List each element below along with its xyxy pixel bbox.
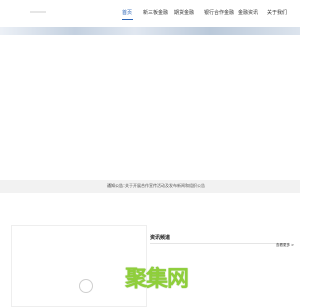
slider-dot-icon[interactable] [79,279,93,293]
notice-link[interactable]: 关于开展合作宣传活动及发布新闻和组织公告 [125,183,205,189]
header: 首页 新三板金融 期货金融 银行合作金融 金融资讯 关于我们 [0,0,300,28]
nav-item-home[interactable]: 首页 [122,8,132,18]
nav-active-indicator [122,19,133,20]
banner-content [0,35,300,180]
nav-item-futures[interactable]: 期货金融 [174,8,194,18]
divider [150,243,290,244]
news-section-title: 资讯频道 [150,235,171,241]
nav-item-new-third-board[interactable]: 新三板金融 [143,8,168,18]
nav-item-about[interactable]: 关于我们 [267,8,287,18]
notice-label: 通知公告： [107,183,127,188]
logo[interactable] [30,11,46,13]
banner-image [0,27,300,35]
nav-item-bank-cooperation[interactable]: 银行合作金融 [204,8,234,18]
more-link[interactable]: 查看更多 > [276,243,294,248]
notice-bar: 通知公告： 关于开展合作宣传活动及发布新闻和组织公告 [0,180,300,193]
nav-item-news[interactable]: 金融资讯 [238,8,258,18]
watermark-logo: 聚集网 [125,267,189,292]
